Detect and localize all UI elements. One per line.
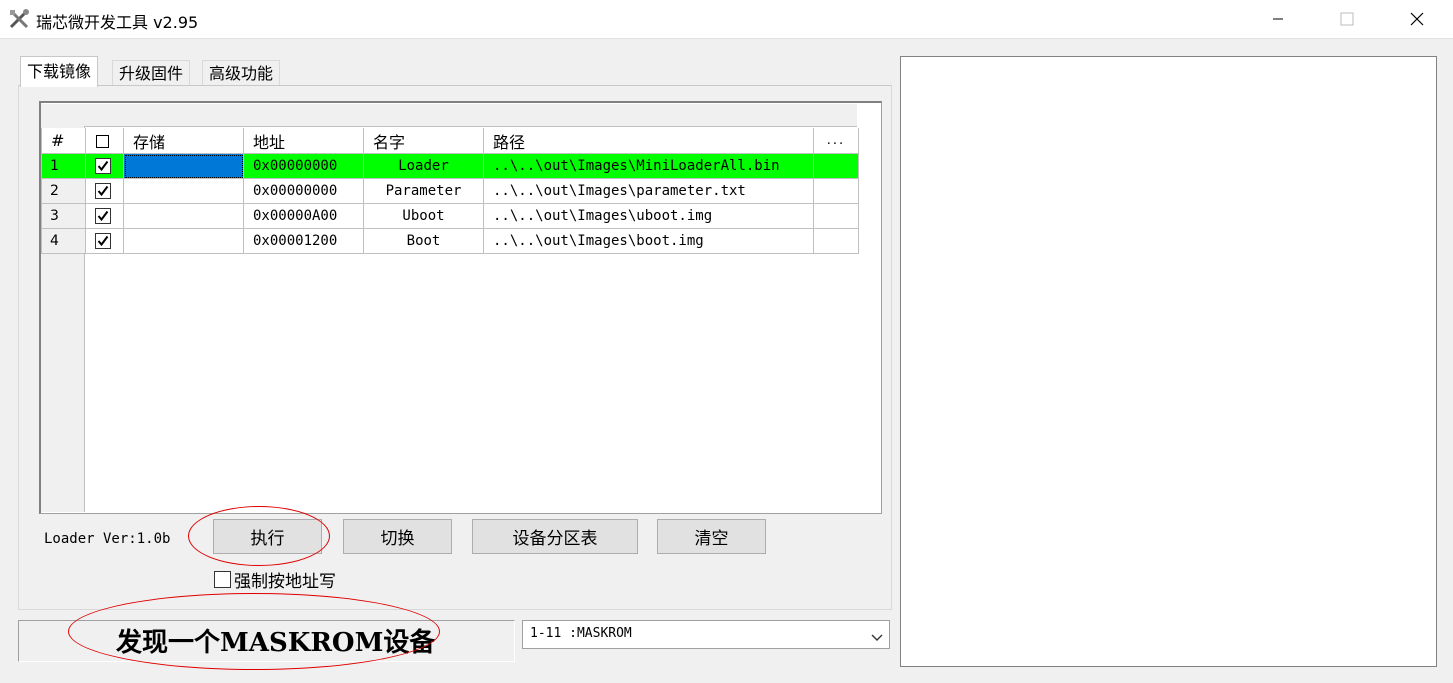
column-header-path[interactable]: 路径 xyxy=(483,128,814,154)
table-row[interactable]: 2 0x00000000 Parameter ..\..\out\Images\… xyxy=(41,178,859,204)
column-header-check[interactable] xyxy=(85,128,124,154)
checkmark-icon xyxy=(97,210,109,222)
row-number: 1 xyxy=(41,153,86,179)
close-button[interactable] xyxy=(1394,0,1440,38)
storage-cell[interactable] xyxy=(123,153,244,179)
path-cell[interactable]: ..\..\out\Images\boot.img xyxy=(483,228,814,254)
clear-button[interactable]: 清空 xyxy=(657,519,766,554)
path-cell[interactable]: ..\..\out\Images\MiniLoaderAll.bin xyxy=(483,153,814,179)
address-cell[interactable]: 0x00000000 xyxy=(243,153,364,179)
run-button[interactable]: 执行 xyxy=(213,519,322,554)
row-checkbox[interactable] xyxy=(95,233,111,249)
column-header-address[interactable]: 地址 xyxy=(243,128,364,154)
column-header-name[interactable]: 名字 xyxy=(363,128,484,154)
name-cell[interactable]: Parameter xyxy=(363,178,484,204)
loader-version-label: Loader Ver:1.0b xyxy=(44,531,171,547)
tab-download-image[interactable]: 下载镜像 xyxy=(20,56,99,87)
grid-top-strip xyxy=(41,104,857,127)
more-cell[interactable] xyxy=(813,228,859,254)
name-cell[interactable]: Boot xyxy=(363,228,484,254)
row-number: 4 xyxy=(41,228,86,254)
column-header-more[interactable]: ... xyxy=(813,128,859,154)
minimize-icon xyxy=(1273,18,1283,20)
image-table: # 存储 地址 名字 路径 ... 1 0x00000000 Loader ..… xyxy=(41,128,859,254)
path-cell[interactable]: ..\..\out\Images\parameter.txt xyxy=(483,178,814,204)
chevron-down-icon[interactable] xyxy=(871,630,883,646)
row-checkbox-cell[interactable] xyxy=(85,178,124,204)
force-write-checkbox[interactable]: 强制按地址写 xyxy=(214,567,336,592)
table-row[interactable]: 3 0x00000A00 Uboot ..\..\out\Images\uboo… xyxy=(41,203,859,229)
row-checkbox-cell[interactable] xyxy=(85,153,124,179)
close-icon xyxy=(1410,12,1424,26)
maximize-button[interactable] xyxy=(1324,0,1370,38)
force-write-box[interactable] xyxy=(214,571,231,588)
column-header-number[interactable]: # xyxy=(41,128,86,154)
table-row[interactable]: 4 0x00001200 Boot ..\..\out\Images\boot.… xyxy=(41,228,859,254)
checkmark-icon xyxy=(97,185,109,197)
status-message: 发现一个MASKROM设备 xyxy=(116,628,436,658)
partition-table-button[interactable]: 设备分区表 xyxy=(472,519,638,554)
log-output-panel[interactable] xyxy=(900,56,1437,667)
checkmark-icon xyxy=(97,160,109,172)
row-checkbox[interactable] xyxy=(95,158,111,174)
minimize-button[interactable] xyxy=(1255,0,1301,38)
tab-advanced-features[interactable]: 高级功能 xyxy=(202,60,281,87)
device-select-value: 1-11 :MASKROM xyxy=(530,626,632,641)
row-checkbox[interactable] xyxy=(95,208,111,224)
select-all-checkbox[interactable] xyxy=(96,135,109,148)
title-bar: 瑞芯微开发工具 v2.95 xyxy=(0,0,1453,39)
storage-cell[interactable] xyxy=(123,203,244,229)
address-cell[interactable]: 0x00000A00 xyxy=(243,203,364,229)
switch-button[interactable]: 切换 xyxy=(343,519,452,554)
tab-upgrade-firmware[interactable]: 升级固件 xyxy=(112,60,191,87)
address-cell[interactable]: 0x00000000 xyxy=(243,178,364,204)
row-checkbox[interactable] xyxy=(95,183,111,199)
table-row[interactable]: 1 0x00000000 Loader ..\..\out\Images\Min… xyxy=(41,153,859,179)
maximize-icon xyxy=(1340,12,1354,26)
force-write-label: 强制按地址写 xyxy=(234,572,336,592)
tools-icon xyxy=(8,8,30,30)
more-cell[interactable] xyxy=(813,178,859,204)
name-cell[interactable]: Loader xyxy=(363,153,484,179)
checkmark-icon xyxy=(97,235,109,247)
row-checkbox-cell[interactable] xyxy=(85,203,124,229)
name-cell[interactable]: Uboot xyxy=(363,203,484,229)
window-title: 瑞芯微开发工具 v2.95 xyxy=(36,13,199,32)
row-number: 3 xyxy=(41,203,86,229)
device-select[interactable]: 1-11 :MASKROM xyxy=(522,620,890,649)
more-cell[interactable] xyxy=(813,153,859,179)
path-cell[interactable]: ..\..\out\Images\uboot.img xyxy=(483,203,814,229)
more-cell[interactable] xyxy=(813,203,859,229)
storage-cell[interactable] xyxy=(123,228,244,254)
row-number: 2 xyxy=(41,178,86,204)
storage-cell[interactable] xyxy=(123,178,244,204)
address-cell[interactable]: 0x00001200 xyxy=(243,228,364,254)
row-checkbox-cell[interactable] xyxy=(85,228,124,254)
column-header-storage[interactable]: 存储 xyxy=(123,128,244,154)
table-header-row: # 存储 地址 名字 路径 ... xyxy=(41,128,859,154)
